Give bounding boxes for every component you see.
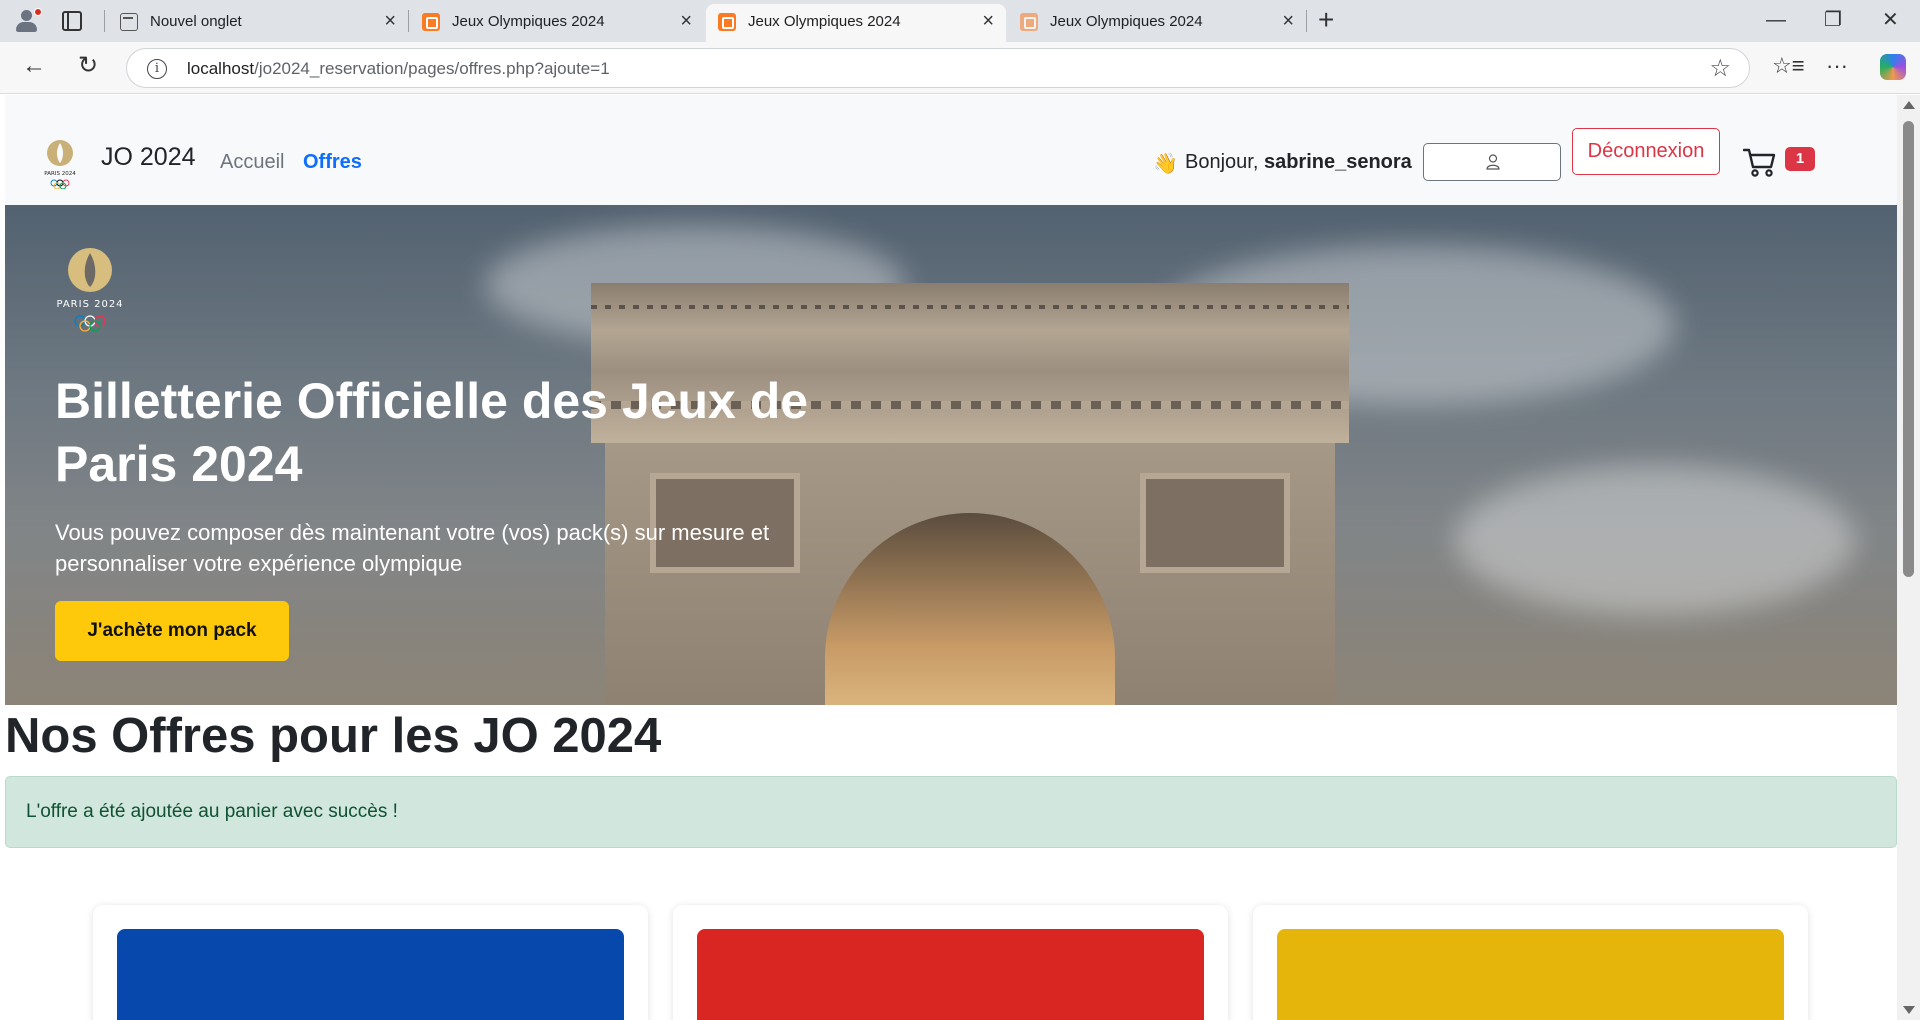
page-viewport: PARIS 2024 JO 2024 Accueil Offres 👋 Bonj… bbox=[5, 95, 1897, 1020]
tab-separator bbox=[408, 10, 409, 32]
svg-text:PARIS 2024: PARIS 2024 bbox=[56, 299, 123, 310]
restore-button[interactable]: ❐ bbox=[1824, 8, 1842, 32]
close-window-button[interactable]: ✕ bbox=[1882, 8, 1899, 32]
favorites-icon[interactable]: ☆≡ bbox=[1772, 52, 1805, 80]
minimize-button[interactable]: — bbox=[1766, 8, 1786, 32]
cart-count-badge: 1 bbox=[1785, 147, 1815, 171]
tab-title: Jeux Olympiques 2024 bbox=[1050, 13, 1203, 30]
tab-title: Nouvel onglet bbox=[150, 13, 242, 30]
tab-new-tab[interactable]: Nouvel onglet × bbox=[108, 4, 408, 42]
user-icon bbox=[1486, 154, 1500, 170]
scroll-down-icon[interactable] bbox=[1903, 1006, 1915, 1014]
favorite-star-icon[interactable]: ☆ bbox=[1709, 54, 1731, 83]
back-button[interactable]: ← bbox=[22, 52, 46, 80]
tab-close-icon[interactable]: × bbox=[680, 11, 692, 31]
new-tab-button[interactable]: + bbox=[1318, 6, 1334, 34]
greeting-prefix: Bonjour, bbox=[1185, 151, 1264, 173]
nav-link-accueil[interactable]: Accueil bbox=[220, 151, 284, 174]
hero-banner: PARIS 2024 Billetterie Officielle des Je… bbox=[5, 205, 1897, 705]
profile-icon[interactable] bbox=[12, 8, 42, 34]
scroll-up-icon[interactable] bbox=[1903, 101, 1915, 109]
tab-close-icon[interactable]: × bbox=[1282, 11, 1294, 31]
xampp-icon bbox=[1020, 13, 1038, 31]
reload-button[interactable]: ↻ bbox=[78, 52, 98, 80]
hero-subtitle: Vous pouvez composer dès maintenant votr… bbox=[55, 520, 770, 576]
browser-toolbar: ← ↻ i localhost/jo2024_reservation/pages… bbox=[0, 42, 1920, 94]
tab-close-icon[interactable]: × bbox=[384, 11, 396, 31]
page-scrollbar[interactable] bbox=[1897, 95, 1920, 1020]
nav-link-offres[interactable]: Offres bbox=[303, 151, 362, 174]
xampp-icon bbox=[422, 13, 440, 31]
username: sabrine_senora bbox=[1263, 151, 1412, 173]
brand-name[interactable]: JO 2024 bbox=[101, 143, 196, 172]
tab-actions-icon[interactable] bbox=[62, 11, 82, 31]
site-navbar: PARIS 2024 JO 2024 Accueil Offres 👋 Bonj… bbox=[5, 95, 1897, 205]
url-path: /jo2024_reservation/pages/offres.php?ajo… bbox=[254, 59, 610, 78]
browser-tab-bar: Nouvel onglet × Jeux Olympiques 2024 × J… bbox=[0, 0, 1920, 42]
tab-jo-1[interactable]: Jeux Olympiques 2024 × bbox=[410, 4, 704, 42]
profile-button[interactable] bbox=[1423, 143, 1561, 181]
tab-title: Jeux Olympiques 2024 bbox=[452, 13, 605, 30]
user-greeting: Bonjour, sabrine_senora bbox=[1185, 151, 1412, 174]
offers-title: Nos Offres pour les JO 2024 bbox=[5, 709, 662, 763]
offer-card[interactable] bbox=[673, 905, 1228, 1020]
success-alert: L'offre a été ajoutée au panier avec suc… bbox=[5, 776, 1897, 848]
offer-card[interactable] bbox=[1253, 905, 1808, 1020]
tab-separator bbox=[1306, 10, 1307, 32]
tab-separator bbox=[104, 10, 105, 32]
svg-text:PARIS 2024: PARIS 2024 bbox=[44, 171, 76, 177]
logout-button[interactable]: Déconnexion bbox=[1572, 128, 1720, 175]
xampp-icon bbox=[718, 13, 736, 31]
buy-pack-button[interactable]: J'achète mon pack bbox=[55, 601, 289, 661]
offer-card[interactable] bbox=[93, 905, 648, 1020]
offer-card-banner bbox=[117, 929, 624, 1020]
cloud bbox=[1455, 465, 1855, 615]
offer-card-banner bbox=[1277, 929, 1784, 1020]
address-bar[interactable]: i localhost/jo2024_reservation/pages/off… bbox=[126, 48, 1750, 88]
copilot-icon[interactable] bbox=[1880, 54, 1906, 80]
offer-card-banner bbox=[697, 929, 1204, 1020]
tab-title: Jeux Olympiques 2024 bbox=[748, 13, 901, 30]
waving-hand-icon: 👋 bbox=[1153, 153, 1178, 175]
page-icon bbox=[120, 13, 138, 31]
tab-jo-3[interactable]: Jeux Olympiques 2024 × bbox=[1008, 4, 1306, 42]
tab-jo-active[interactable]: Jeux Olympiques 2024 × bbox=[706, 4, 1006, 42]
scrollbar-thumb[interactable] bbox=[1903, 121, 1914, 577]
info-icon[interactable]: i bbox=[147, 59, 167, 79]
tab-close-icon[interactable]: × bbox=[982, 11, 994, 31]
hero-title: Billetterie Officielle des Jeux de Paris… bbox=[55, 373, 809, 492]
more-menu-icon[interactable]: ··· bbox=[1826, 52, 1848, 80]
url-text[interactable]: localhost/jo2024_reservation/pages/offre… bbox=[187, 59, 610, 79]
cart-icon[interactable] bbox=[1743, 147, 1777, 177]
paris-2024-logo[interactable]: PARIS 2024 bbox=[35, 137, 85, 189]
paris-2024-hero-logo: PARIS 2024 bbox=[56, 248, 123, 332]
url-host: localhost bbox=[187, 59, 255, 78]
